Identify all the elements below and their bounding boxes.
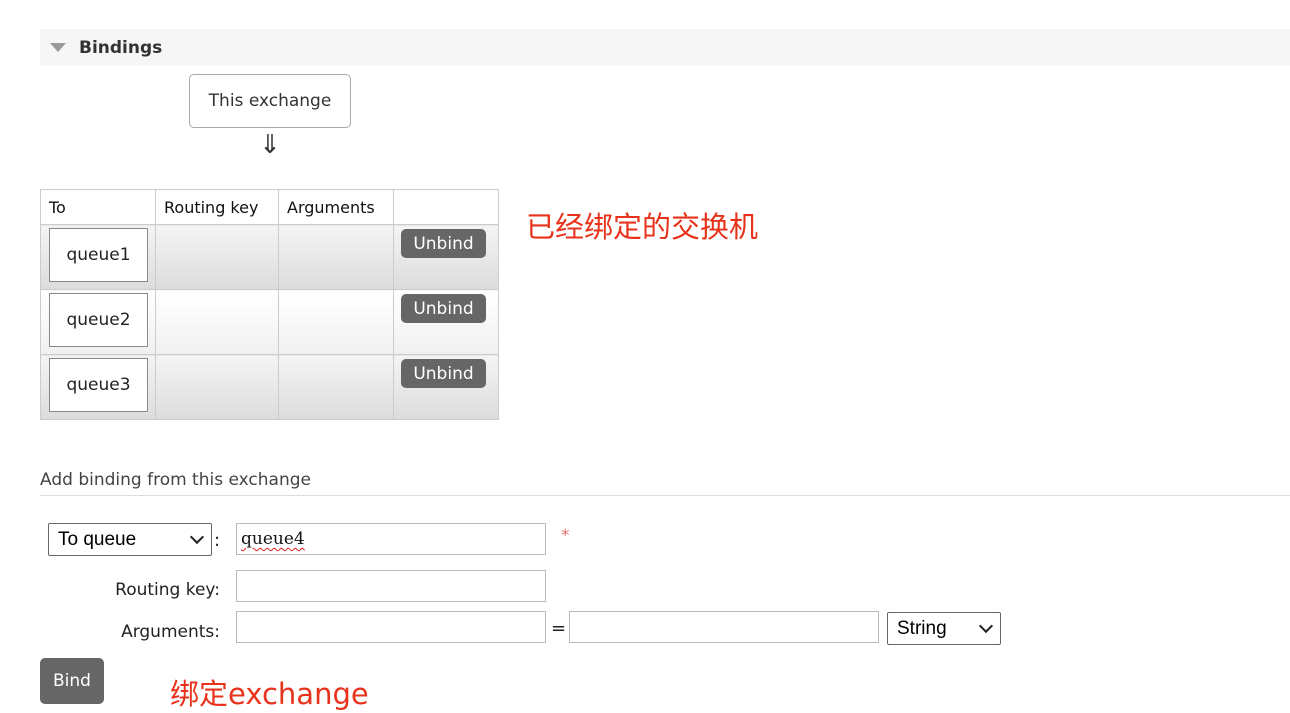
routing-key-cell xyxy=(155,354,279,420)
table-row: queue3 Unbind xyxy=(40,354,499,420)
arguments-cell xyxy=(278,224,394,290)
divider xyxy=(40,495,1290,496)
arguments-cell xyxy=(278,289,394,355)
routing-key-label: Routing key: xyxy=(115,580,220,600)
routing-key-cell xyxy=(155,289,279,355)
annotation-bind-exchange: 绑定exchange xyxy=(170,677,369,711)
to-cell: queue2 xyxy=(40,289,156,355)
destination-input[interactable]: queue4 xyxy=(236,523,546,555)
bind-button[interactable]: Bind xyxy=(40,658,104,704)
action-cell: Unbind xyxy=(393,224,499,290)
column-header-routing-key: Routing key xyxy=(155,189,279,225)
queue-link[interactable]: queue3 xyxy=(49,358,148,412)
unbind-button[interactable]: Unbind xyxy=(401,294,486,323)
destination-type-value: To queue xyxy=(58,528,137,550)
argument-type-select[interactable]: String xyxy=(887,612,1001,645)
unbind-button[interactable]: Unbind xyxy=(401,359,486,388)
equals-sign: = xyxy=(551,618,567,639)
routing-key-input[interactable] xyxy=(236,570,546,602)
destination-input-value: queue4 xyxy=(241,529,305,549)
action-cell: Unbind xyxy=(393,289,499,355)
action-cell: Unbind xyxy=(393,354,499,420)
this-exchange-box: This exchange xyxy=(189,74,351,128)
colon-separator: : xyxy=(214,530,221,551)
table-row: queue1 Unbind xyxy=(40,224,499,290)
to-cell: queue1 xyxy=(40,224,156,290)
arguments-cell xyxy=(278,354,394,420)
triangle-down-icon[interactable] xyxy=(50,43,66,52)
required-marker: * xyxy=(561,526,570,546)
down-arrow-icon: ⇓ xyxy=(259,130,281,160)
argument-value-input[interactable] xyxy=(569,611,879,643)
section-title: Bindings xyxy=(79,37,163,58)
column-header-arguments: Arguments xyxy=(278,189,394,225)
table-header-row: To Routing key Arguments xyxy=(40,189,499,225)
arguments-label: Arguments: xyxy=(121,622,220,642)
add-binding-title: Add binding from this exchange xyxy=(40,470,311,490)
destination-type-select[interactable]: To queue xyxy=(48,523,212,556)
queue-link[interactable]: queue1 xyxy=(49,228,148,282)
page: Bindings This exchange ⇓ To Routing key … xyxy=(0,0,1290,713)
annotation-bound-exchanges: 已经绑定的交换机 xyxy=(526,210,759,244)
unbind-button[interactable]: Unbind xyxy=(401,229,486,258)
argument-key-input[interactable] xyxy=(236,611,546,643)
queue-link[interactable]: queue2 xyxy=(49,293,148,347)
bindings-section-header[interactable]: Bindings xyxy=(40,29,1290,66)
chevron-down-icon xyxy=(189,529,205,545)
bindings-table: To Routing key Arguments queue1 Unbind q… xyxy=(40,189,499,420)
column-header-to: To xyxy=(40,189,156,225)
table-row: queue2 Unbind xyxy=(40,289,499,355)
column-header-actions xyxy=(393,189,499,225)
argument-type-value: String xyxy=(897,617,947,639)
routing-key-cell xyxy=(155,224,279,290)
chevron-down-icon xyxy=(978,618,994,634)
to-cell: queue3 xyxy=(40,354,156,420)
